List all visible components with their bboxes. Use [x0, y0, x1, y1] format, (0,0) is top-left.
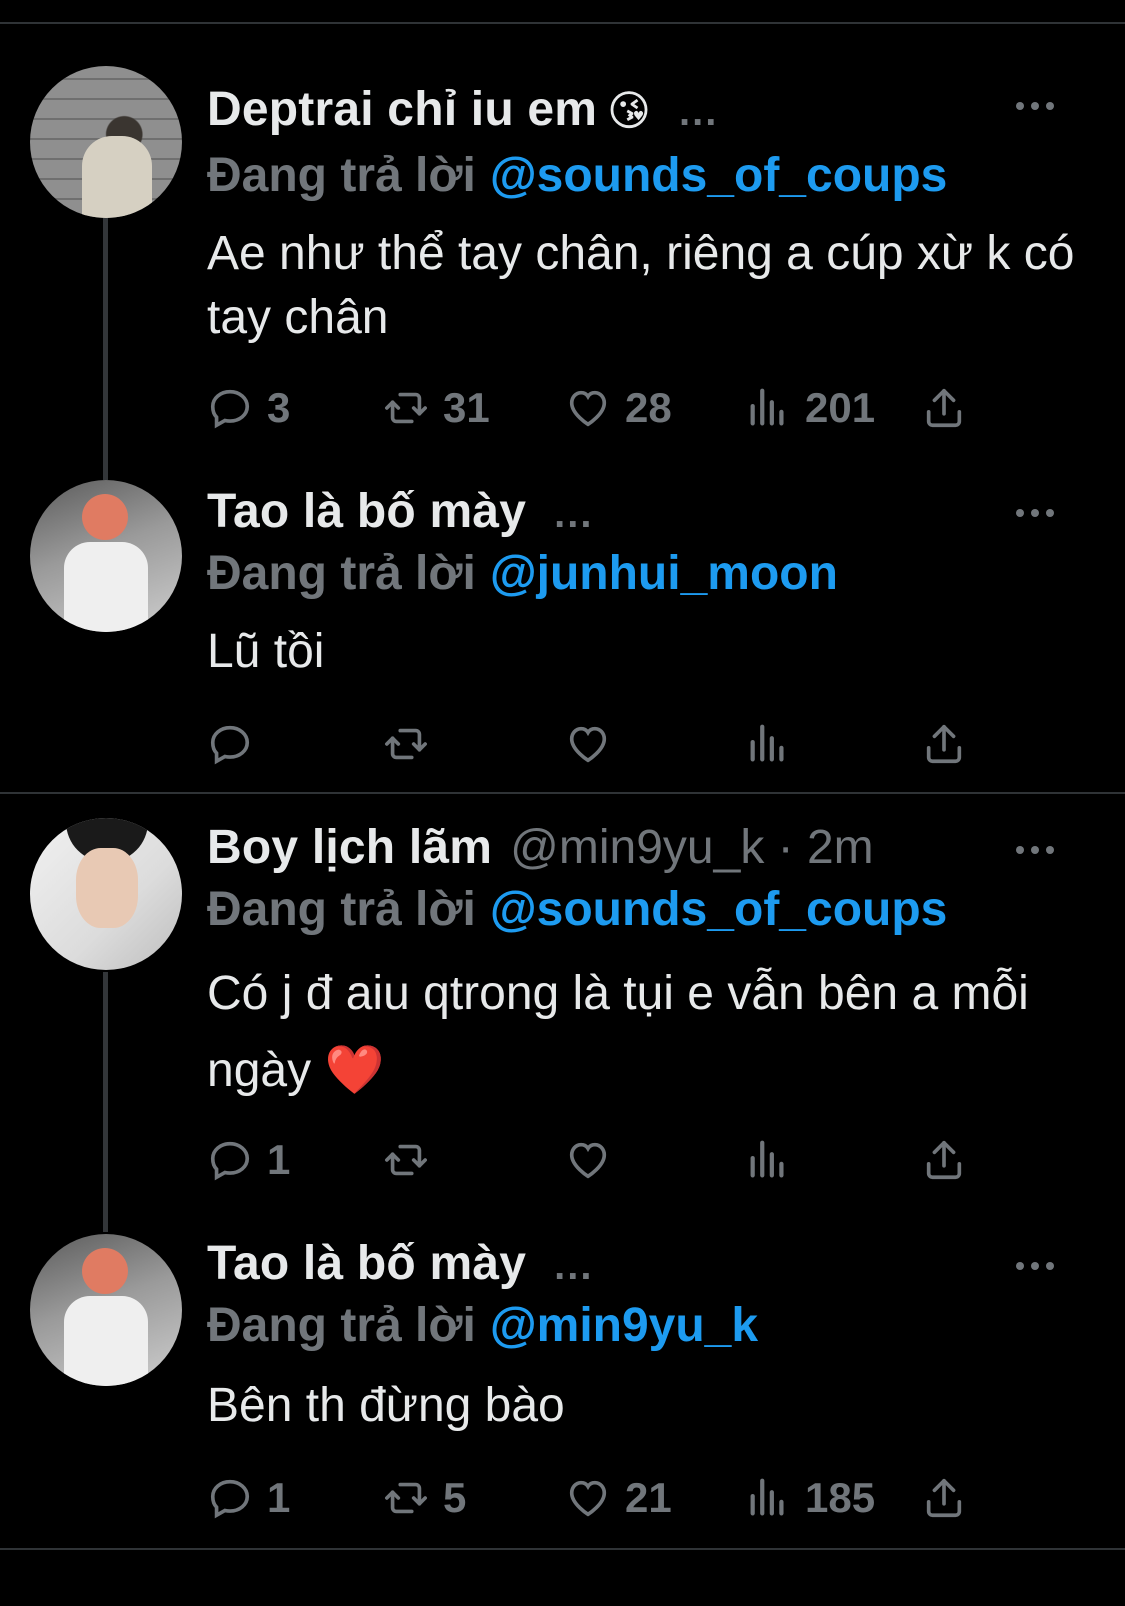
share-button[interactable] [921, 1474, 967, 1522]
views-count: 201 [805, 384, 876, 431]
reply-button[interactable]: 1 [207, 1474, 290, 1522]
top-divider [0, 22, 1125, 24]
bottom-divider [0, 1548, 1125, 1550]
like-count: 28 [625, 384, 672, 431]
share-button[interactable] [921, 384, 967, 432]
retweet-button[interactable] [383, 720, 443, 768]
display-name[interactable]: Tao là bố mày [207, 1236, 526, 1291]
more-icon[interactable] [1016, 1256, 1056, 1276]
retweet-button[interactable]: 31 [383, 384, 490, 432]
name-truncation: ... [554, 1244, 594, 1288]
display-name[interactable]: Tao là bố mày [207, 484, 526, 539]
views-button[interactable] [745, 720, 805, 768]
more-icon[interactable] [1016, 503, 1056, 523]
handle-and-time[interactable]: @min9yu_k · 2m [510, 820, 874, 875]
share-icon [926, 724, 962, 764]
tweet-text-content: Ae như thể tay chân, riêng a cúp xừ k có… [207, 227, 1075, 344]
reply-count: 3 [267, 384, 291, 431]
reply-label: Đang trả lời [207, 149, 476, 202]
name-truncation: ... [678, 90, 719, 134]
like-button[interactable]: 28 [565, 384, 672, 432]
views-icon [750, 388, 784, 426]
share-button[interactable] [921, 720, 967, 768]
retweet-icon [385, 392, 427, 424]
views-button[interactable]: 201 [745, 384, 875, 432]
views-button[interactable] [745, 1136, 805, 1184]
tweet-text: Bên th đừng bào [207, 1374, 1087, 1438]
avatar[interactable] [30, 66, 182, 218]
share-button[interactable] [921, 1136, 967, 1184]
reply-icon [210, 1141, 250, 1181]
display-name[interactable]: Boy lịch lãm [207, 820, 492, 875]
views-button[interactable]: 185 [745, 1474, 875, 1522]
avatar[interactable] [30, 1234, 182, 1386]
heart-icon [569, 1480, 607, 1517]
reply-label: Đang trả lời [207, 1299, 476, 1352]
views-icon [750, 1140, 784, 1178]
tweet-text-content: Lũ tồi [207, 625, 325, 678]
tweet-text: Có j đ aiu qtrong là tụi e vẫn bên a mỗi… [207, 956, 1087, 1109]
reply-icon [210, 725, 250, 765]
retweet-icon [385, 1144, 427, 1176]
thread-connector [103, 972, 108, 1232]
tweet-text: Ae như thể tay chân, riêng a cúp xừ k có… [207, 222, 1087, 350]
views-icon [750, 724, 784, 762]
reply-mention-link[interactable]: @junhui_moon [490, 547, 838, 600]
like-button[interactable] [565, 1136, 625, 1184]
reply-icon [210, 389, 250, 429]
reply-count: 1 [267, 1474, 291, 1521]
display-name[interactable]: Deptrai chỉ iu em [207, 82, 597, 137]
reply-button[interactable]: 1 [207, 1136, 290, 1184]
views-icon [750, 1478, 784, 1516]
reply-mention-link[interactable]: @min9yu_k [490, 1299, 758, 1352]
views-count: 185 [805, 1474, 876, 1521]
like-button[interactable] [565, 720, 625, 768]
reply-context: Đang trả lời @min9yu_k [207, 1298, 758, 1353]
retweet-button[interactable]: 5 [383, 1474, 466, 1522]
retweet-count: 31 [443, 384, 490, 431]
more-icon[interactable] [1016, 840, 1056, 860]
heart-icon [569, 726, 607, 763]
like-button[interactable]: 21 [565, 1474, 672, 1522]
tweet-text-content: Bên th đừng bào [207, 1379, 565, 1432]
share-icon [926, 1140, 962, 1180]
reply-mention-link[interactable]: @sounds_of_coups [490, 883, 948, 936]
retweet-count: 5 [443, 1474, 467, 1521]
kiss-emoji: 😘 [607, 86, 651, 135]
tweet-text: Lũ tồi [207, 620, 1087, 684]
thread-divider [0, 792, 1125, 794]
tweet-header: Tao là bố mày ... [207, 1236, 593, 1296]
reply-button[interactable]: 3 [207, 384, 290, 432]
heart-icon [569, 1142, 607, 1179]
avatar[interactable] [30, 480, 182, 632]
share-icon [926, 388, 962, 428]
like-count: 21 [625, 1474, 672, 1521]
tweet-header: Boy lịch lãm @min9yu_k · 2m [207, 820, 874, 880]
red-heart-emoji: ❤️ [324, 1042, 385, 1098]
retweet-icon [385, 728, 427, 760]
more-icon[interactable] [1016, 96, 1056, 116]
tweet-header: Deptrai chỉ iu em 😘 ... [207, 82, 718, 142]
reply-mention-link[interactable]: @sounds_of_coups [490, 149, 948, 202]
avatar[interactable] [30, 818, 182, 970]
reply-count: 1 [267, 1136, 291, 1183]
reply-label: Đang trả lời [207, 547, 476, 600]
reply-button[interactable] [207, 720, 267, 768]
retweet-button[interactable] [383, 1136, 443, 1184]
thread-connector [103, 218, 108, 480]
heart-icon [569, 390, 607, 427]
reply-context: Đang trả lời @sounds_of_coups [207, 148, 947, 203]
reply-context: Đang trả lời @junhui_moon [207, 546, 838, 601]
reply-label: Đang trả lời [207, 883, 476, 936]
name-truncation: ... [554, 492, 594, 536]
reply-icon [210, 1479, 250, 1519]
reply-context: Đang trả lời @sounds_of_coups [207, 882, 947, 937]
tweet-header: Tao là bố mày ... [207, 484, 593, 544]
share-icon [926, 1478, 962, 1518]
retweet-icon [385, 1482, 427, 1514]
